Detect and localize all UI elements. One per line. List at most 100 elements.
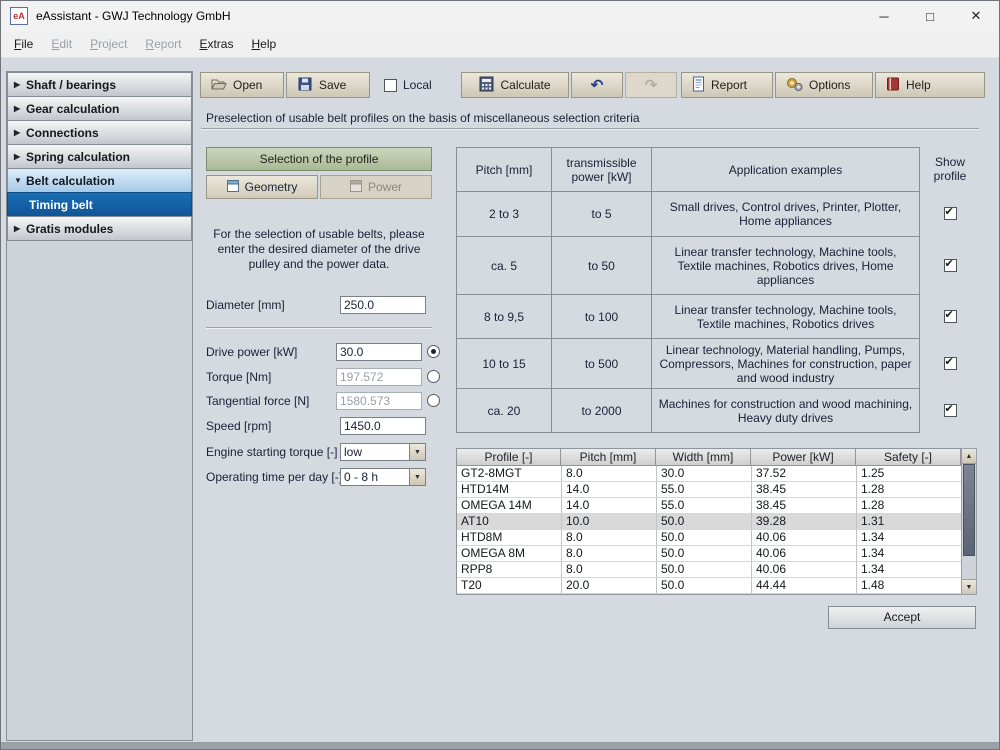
engine-starting-torque-value: low	[340, 443, 409, 461]
table-cell: 1.25	[857, 466, 962, 482]
show-profile-checkbox[interactable]: ✔	[944, 404, 957, 417]
tangential-force-input[interactable]	[336, 392, 422, 410]
table-row[interactable]: T20 20.0 50.0 44.44 1.48	[457, 578, 960, 594]
table-row[interactable]: HTD8M 8.0 50.0 40.06 1.34	[457, 530, 960, 546]
show-profile-checkbox[interactable]: ✔	[944, 310, 957, 323]
column-header[interactable]: Power [kW]	[751, 448, 856, 466]
table-row-selected[interactable]: AT10 10.0 50.0 39.28 1.31	[457, 514, 960, 530]
redo-icon: ↷	[645, 78, 658, 93]
table-cell: 2 to 3	[457, 192, 552, 237]
show-profile-row: ✔	[922, 236, 978, 294]
sidebar-item-label: Spring calculation	[26, 150, 130, 164]
column-header[interactable]: Width [mm]	[656, 448, 751, 466]
undo-button[interactable]: ↶	[571, 72, 623, 98]
table-cell: 20.0	[562, 578, 657, 594]
table-cell: AT10	[457, 514, 562, 530]
column-header[interactable]: Pitch [mm]	[561, 448, 656, 466]
tab-geometry[interactable]: Geometry	[206, 175, 318, 199]
show-profile-checkbox[interactable]: ✔	[944, 357, 957, 370]
report-button[interactable]: Report	[681, 72, 773, 98]
checkmark-icon: ✔	[945, 402, 954, 416]
sidebar-item-label: Belt calculation	[26, 174, 115, 188]
engine-starting-torque-select[interactable]: low ▼	[340, 443, 426, 461]
table-row[interactable]: OMEGA 8M 8.0 50.0 40.06 1.34	[457, 546, 960, 562]
scrollbar-thumb[interactable]	[963, 464, 975, 556]
table-cell: to 2000	[552, 389, 652, 433]
menu-bar: File Edit Project Report Extras Help	[1, 31, 999, 58]
menu-extras[interactable]: Extras	[190, 32, 242, 57]
chevron-down-icon[interactable]: ▼	[409, 468, 426, 486]
table-row[interactable]: HTD14M 14.0 55.0 38.45 1.28	[457, 482, 960, 498]
separator	[206, 327, 432, 329]
chevron-down-icon[interactable]: ▼	[409, 443, 426, 461]
tangential-force-label: Tangential force [N]	[206, 394, 309, 408]
scroll-up-button[interactable]: ▲	[962, 449, 976, 464]
diameter-input[interactable]	[340, 296, 426, 314]
column-header[interactable]: Safety [-]	[856, 448, 961, 466]
help-button[interactable]: Help	[875, 72, 985, 98]
sidebar-item-connections[interactable]: ▶ Connections	[7, 120, 192, 145]
table-scrollbar[interactable]: ▲ ▼	[961, 448, 977, 595]
selection-of-profile-button[interactable]: Selection of the profile	[206, 147, 432, 171]
local-checkbox[interactable]	[384, 79, 397, 92]
table-cell: GT2-8MGT	[457, 466, 562, 482]
accept-button[interactable]: Accept	[828, 606, 976, 629]
speed-input[interactable]	[340, 417, 426, 435]
open-button[interactable]: Open	[200, 72, 284, 98]
table-cell: Linear transfer technology, Machine tool…	[652, 237, 920, 295]
tab-power-label: Power	[368, 180, 402, 194]
menu-edit: Edit	[42, 32, 81, 57]
table-cell: OMEGA 8M	[457, 546, 562, 562]
torque-input[interactable]	[336, 368, 422, 386]
save-button[interactable]: Save	[286, 72, 370, 98]
menu-help[interactable]: Help	[242, 32, 285, 57]
table-row[interactable]: GT2-8MGT 8.0 30.0 37.52 1.25	[457, 466, 960, 482]
table-cell: to 50	[552, 237, 652, 295]
tangential-force-radio[interactable]	[427, 394, 440, 407]
torque-radio[interactable]	[427, 370, 440, 383]
table-cell: 8.0	[562, 546, 657, 562]
sidebar-item-belt-calculation[interactable]: ▼ Belt calculation	[7, 168, 192, 193]
table-cell: T20	[457, 578, 562, 594]
table-cell: to 500	[552, 339, 652, 389]
sidebar-item-spring-calculation[interactable]: ▶ Spring calculation	[7, 144, 192, 169]
drive-power-radio[interactable]	[427, 345, 440, 358]
diameter-label: Diameter [mm]	[206, 298, 285, 312]
options-button[interactable]: Options	[775, 72, 873, 98]
show-profile-row: ✔	[922, 294, 978, 338]
table-row[interactable]: RPP8 8.0 50.0 40.06 1.34	[457, 562, 960, 578]
drive-power-input[interactable]	[336, 343, 422, 361]
show-profile-checkbox[interactable]: ✔	[944, 207, 957, 220]
operating-time-select[interactable]: 0 - 8 h ▼	[340, 468, 426, 486]
column-header[interactable]: Profile [-]	[456, 448, 561, 466]
sidebar-item-label: Gear calculation	[26, 102, 119, 116]
show-profile-checkbox[interactable]: ✔	[944, 259, 957, 272]
table-cell: ca. 5	[457, 237, 552, 295]
info-line: Preselection of usable belt profiles on …	[206, 111, 640, 125]
sidebar-item-shaft-bearings[interactable]: ▶ Shaft / bearings	[7, 72, 192, 97]
table-cell: 1.34	[857, 546, 962, 562]
chevron-right-icon: ▶	[14, 128, 26, 137]
sidebar-item-timing-belt[interactable]: Timing belt	[7, 192, 192, 217]
sidebar-item-label: Timing belt	[29, 198, 93, 212]
table-header-row: Profile [-] Pitch [mm] Width [mm] Power …	[456, 448, 961, 466]
chevron-right-icon: ▶	[14, 80, 26, 89]
sidebar-item-gratis-modules[interactable]: ▶ Gratis modules	[7, 216, 192, 241]
maximize-button[interactable]: □	[907, 1, 953, 31]
sidebar-item-label: Gratis modules	[26, 222, 113, 236]
menu-file[interactable]: File	[5, 32, 42, 57]
profile-form-panel: Selection of the profile Geometry Power …	[206, 147, 440, 497]
undo-icon: ↶	[591, 78, 604, 93]
sidebar-item-gear-calculation[interactable]: ▶ Gear calculation	[7, 96, 192, 121]
calculate-button[interactable]: Calculate	[461, 72, 569, 98]
table-cell: Machines for construction and wood machi…	[652, 389, 920, 433]
title-bar: eA eAssistant - GWJ Technology GmbH ─ □ …	[1, 1, 999, 31]
table-cell: Linear technology, Material handling, Pu…	[652, 339, 920, 389]
scroll-down-button[interactable]: ▼	[962, 579, 976, 594]
minimize-button[interactable]: ─	[861, 1, 907, 31]
close-button[interactable]: ✕	[953, 1, 999, 31]
table-cell: 50.0	[657, 514, 752, 530]
table-cell: to 5	[552, 192, 652, 237]
local-checkbox-label: Local	[403, 78, 432, 92]
table-row[interactable]: OMEGA 14M 14.0 55.0 38.45 1.28	[457, 498, 960, 514]
